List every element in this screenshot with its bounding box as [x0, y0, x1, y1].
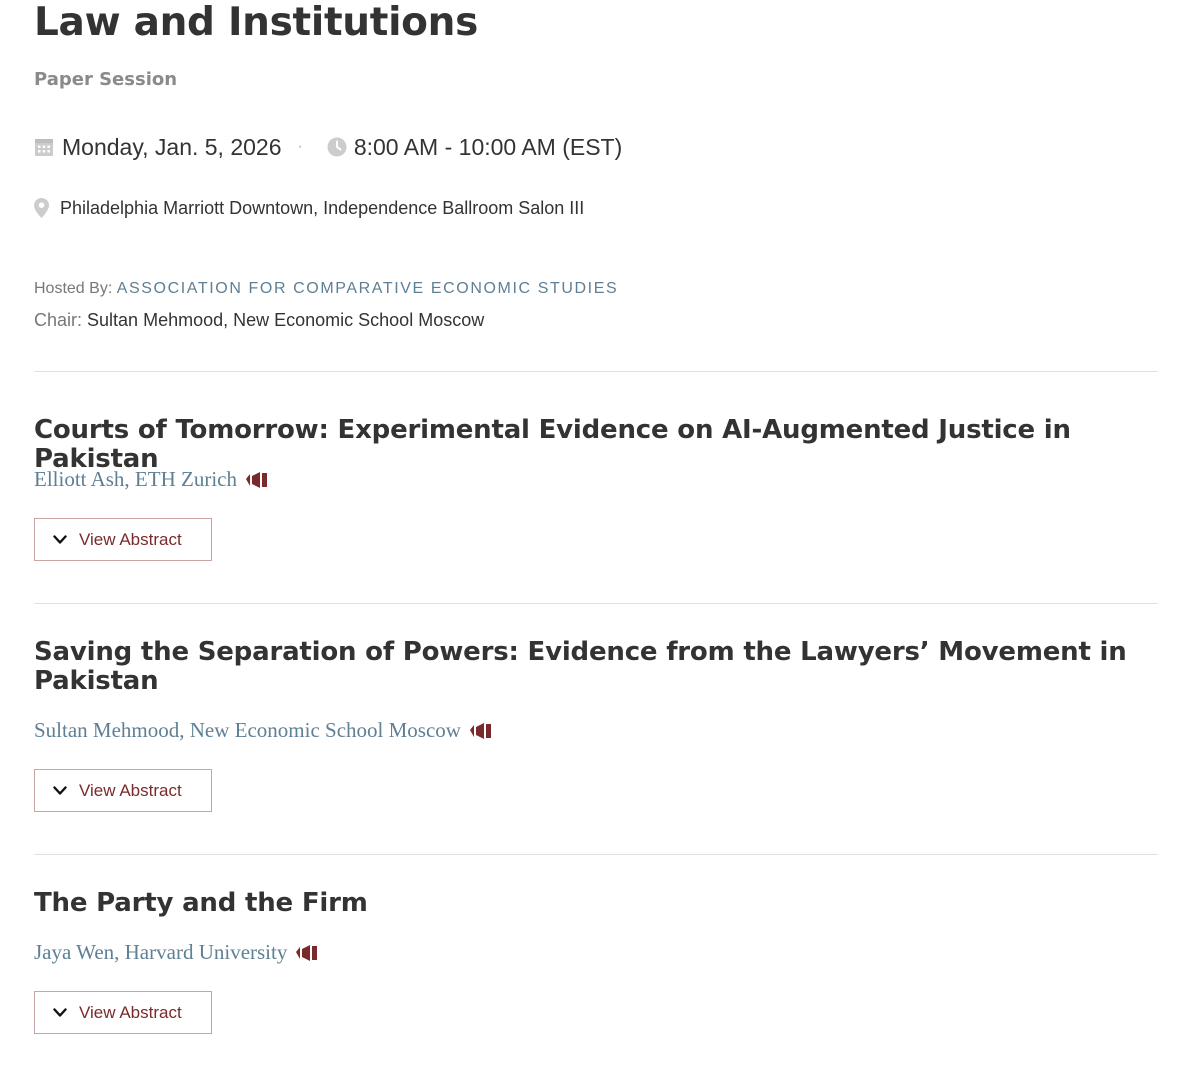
- host-organization-link[interactable]: ASSOCIATION FOR COMPARATIVE ECONOMIC STU…: [117, 280, 619, 297]
- view-abstract-button[interactable]: View Abstract: [34, 769, 212, 812]
- view-abstract-button[interactable]: View Abstract: [34, 518, 212, 561]
- chevron-down-icon: [53, 785, 67, 796]
- paper-author: Elliott Ash, ETH Zurich: [34, 467, 268, 492]
- view-abstract-label: View Abstract: [79, 529, 182, 549]
- location-text: Philadelphia Marriott Downtown, Independ…: [60, 197, 585, 218]
- paper-title: Saving the Separation of Powers: Evidenc…: [34, 637, 1127, 696]
- view-abstract-label: View Abstract: [79, 1002, 182, 1022]
- session-date: Monday, Jan. 5, 2026: [62, 133, 282, 160]
- session-datetime: Monday, Jan. 5, 2026 · 8:00 AM - 10:00 A…: [34, 131, 622, 163]
- page-title: Law and Institutions: [34, 0, 479, 45]
- session-chair: Chair: Sultan Mehmood, New Economic Scho…: [34, 310, 484, 331]
- session-time: 8:00 AM - 10:00 AM (EST): [353, 133, 623, 160]
- chair-name: Sultan Mehmood, New Economic School Mosc…: [87, 310, 485, 330]
- hosted-by: Hosted By: ASSOCIATION FOR COMPARATIVE E…: [34, 280, 618, 298]
- view-abstract-button[interactable]: View Abstract: [34, 991, 212, 1034]
- separator-dot: ·: [297, 138, 303, 155]
- calendar-icon: [34, 137, 54, 157]
- view-abstract-label: View Abstract: [79, 780, 182, 800]
- session-location: Philadelphia Marriott Downtown, Independ…: [34, 195, 584, 221]
- paper-author: Jaya Wen, Harvard University: [34, 940, 318, 965]
- clock-icon: [327, 137, 347, 157]
- divider: [34, 603, 1158, 604]
- session-type-label: Paper Session: [34, 69, 178, 90]
- chevron-down-icon: [53, 534, 67, 545]
- divider: [34, 371, 1158, 372]
- map-pin-icon: [34, 198, 49, 218]
- author-name[interactable]: Jaya Wen, Harvard University: [34, 940, 287, 965]
- megaphone-icon: [296, 944, 318, 961]
- paper-title: Courts of Tomorrow: Experimental Evidenc…: [34, 415, 1071, 474]
- paper-title: The Party and the Firm: [34, 888, 368, 918]
- megaphone-icon: [245, 471, 268, 488]
- divider: [34, 854, 1158, 855]
- megaphone-icon: [469, 722, 492, 739]
- author-name[interactable]: Elliott Ash, ETH Zurich: [34, 467, 237, 492]
- chair-label: Chair:: [34, 310, 83, 330]
- author-name[interactable]: Sultan Mehmood, New Economic School Mosc…: [34, 718, 461, 743]
- paper-author: Sultan Mehmood, New Economic School Mosc…: [34, 718, 492, 743]
- chevron-down-icon: [53, 1007, 67, 1018]
- hosted-by-label: Hosted By:: [34, 280, 113, 297]
